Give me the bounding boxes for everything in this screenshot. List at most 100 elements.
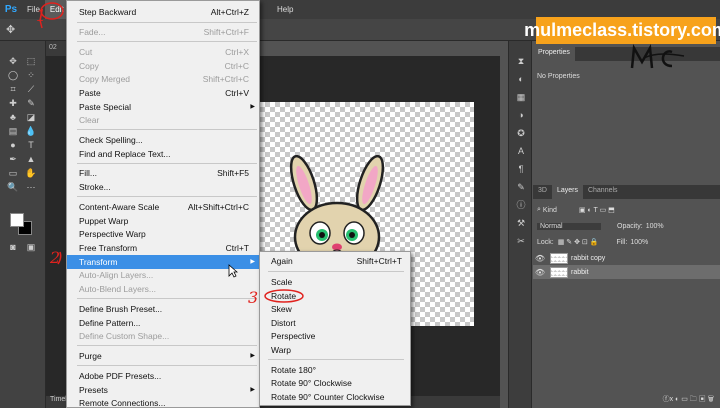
blur-icon[interactable]: 💧 [24,125,38,137]
layer-row-rabbit-copy[interactable]: 👁 rabbit copy [533,251,720,265]
tab-layers[interactable]: Layers [551,185,583,199]
tab-3d[interactable]: 3D [533,185,552,199]
menu-help[interactable]: Help [272,0,298,19]
menu-item-perspective-warp[interactable]: Perspective Warp [67,227,259,241]
mouse-cursor-icon [228,264,238,278]
menu-item-define-custom-shape[interactable]: Define Custom Shape... [67,329,259,343]
path-select-icon[interactable]: ▲ [24,153,38,165]
menu-item-remote-connections[interactable]: Remote Connections... [67,396,259,408]
filter-kind[interactable]: Kind [543,207,557,214]
character-icon[interactable]: A [515,145,527,157]
layer-thumbnail [550,266,568,278]
panel-icon-strip: ⧗ ◐ ▦ ◑ ✪ A ¶ ✎ ⓘ ⚒ ✂ [508,41,532,408]
quick-select-icon[interactable]: ⁘ [24,69,38,81]
dodge-icon[interactable]: ● [6,139,20,151]
menu-item-purge[interactable]: Purge ▶ [67,349,259,363]
menu-item-check-spelling[interactable]: Check Spelling... [67,133,259,147]
menu-item-free-transform[interactable]: Free Transform Ctrl+T [67,241,259,255]
filter-icons[interactable]: ▣ ◐ T ▭ ⬒ [579,206,615,214]
eyedropper-icon[interactable]: ⟋ [24,83,38,95]
submenu-item-rotate-180[interactable]: Rotate 180° [260,363,410,377]
menu-item-puppet-warp[interactable]: Puppet Warp [67,214,259,228]
adjustments-icon[interactable]: ◑ [515,109,527,121]
styles-icon[interactable]: ✪ [515,127,527,139]
menu-item-auto-blend[interactable]: Auto-Blend Layers... [67,282,259,296]
menu-item-label: Copy [79,61,99,71]
eye-icon[interactable]: 👁 [533,268,547,277]
swatches-icon[interactable]: ▦ [515,91,527,103]
move-icon[interactable]: ✥ [6,55,20,67]
stamp-icon[interactable]: ♣ [6,111,20,123]
tab-properties[interactable]: Properties [533,47,575,61]
screen-mode-icon[interactable]: ▣ [24,241,38,253]
right-panels: Properties No Properties 3D Layers Chann… [533,41,720,408]
pen-icon[interactable]: ✒ [6,153,20,165]
menu-item-define-brush[interactable]: Define Brush Preset... [67,302,259,316]
menu-item-presets[interactable]: Presets ▶ [67,383,259,397]
menu-separator [77,196,257,197]
marquee-icon[interactable]: ⬚ [24,55,38,67]
brush-panel-icon[interactable]: ✎ [515,181,527,193]
menu-item-find-replace[interactable]: Find and Replace Text... [67,147,259,161]
menu-separator [77,365,257,366]
zoom-icon[interactable]: 🔍 [6,181,20,193]
edit-menu-dropdown: Step Backward Alt+Ctrl+Z Fade... Shift+C… [66,0,260,408]
submenu-item-scale[interactable]: Scale [260,275,410,289]
menu-item-label: Perspective Warp [79,229,146,239]
menu-item-cut[interactable]: Cut Ctrl+X [67,45,259,59]
healing-icon[interactable]: ✚ [6,97,20,109]
crop-icon[interactable]: ⌗ [6,83,20,95]
menu-separator [77,345,257,346]
menu-item-fade[interactable]: Fade... Shift+Ctrl+F [67,25,259,39]
fill-value[interactable]: 100% [630,239,648,246]
menu-item-paste-special[interactable]: Paste Special ▶ [67,100,259,114]
submenu-item-rotate-90-cw[interactable]: Rotate 90° Clockwise [260,376,410,390]
lasso-icon[interactable]: ◯ [6,69,20,81]
submenu-item-perspective[interactable]: Perspective [260,329,410,343]
more-tools-icon[interactable]: ⋯ [24,181,38,193]
eraser-icon[interactable]: ◪ [24,111,38,123]
submenu-item-distort[interactable]: Distort [260,316,410,330]
history-icon[interactable]: ⧗ [515,55,527,67]
color-icon[interactable]: ◐ [515,73,527,85]
document-tab[interactable]: 02 [46,41,66,56]
menu-item-label: Puppet Warp [79,216,129,226]
menu-item-clear[interactable]: Clear [67,113,259,127]
tool-presets-icon[interactable]: ⚒ [515,217,527,229]
menu-item-fill[interactable]: Fill... Shift+F5 [67,166,259,180]
menu-item-copy[interactable]: Copy Ctrl+C [67,59,259,73]
submenu-item-rotate-90-ccw[interactable]: Rotate 90° Counter Clockwise [260,390,410,404]
menu-item-paste[interactable]: Paste Ctrl+V [67,86,259,100]
submenu-item-rotate[interactable]: Rotate [260,289,410,303]
menu-item-step-backward[interactable]: Step Backward Alt+Ctrl+Z [67,5,259,19]
foreground-color-swatch[interactable] [10,213,24,227]
menu-item-content-aware-scale[interactable]: Content-Aware Scale Alt+Shift+Ctrl+C [67,200,259,214]
paragraph-icon[interactable]: ¶ [515,163,527,175]
type-icon[interactable]: T [24,139,38,151]
menu-item-adobe-pdf-presets[interactable]: Adobe PDF Presets... [67,369,259,383]
submenu-item-again[interactable]: Again Shift+Ctrl+T [260,254,410,268]
brush-icon[interactable]: ✎ [24,97,38,109]
clone-source-icon[interactable]: ✂ [515,235,527,247]
submenu-item-warp[interactable]: Warp [260,343,410,357]
eye-icon[interactable]: 👁 [533,254,547,263]
gradient-icon[interactable]: ▤ [6,125,20,137]
menu-item-copy-merged[interactable]: Copy Merged Shift+Ctrl+C [67,72,259,86]
layers-panel: 3D Layers Channels ⌕ Kind ▣ ◐ T ▭ ⬒ Norm… [533,185,720,408]
submenu-item-shortcut: Shift+Ctrl+T [356,256,402,266]
tab-channels[interactable]: Channels [583,185,623,199]
shape-icon[interactable]: ▭ [6,167,20,179]
lock-icons[interactable]: ▦ ✎ ✥ ⊡ 🔒 [558,238,599,246]
quick-mask-icon[interactable]: ◙ [6,241,20,253]
hand-icon[interactable]: ✋ [24,167,38,179]
menu-item-stroke[interactable]: Stroke... [67,180,259,194]
menu-item-define-pattern[interactable]: Define Pattern... [67,316,259,330]
opacity-value[interactable]: 100% [646,223,664,230]
layers-footer-icons[interactable]: ⓕx ◐ ▭ 🗀 ▣ 🗑 [663,394,714,406]
submenu-item-skew[interactable]: Skew [260,302,410,316]
blend-mode-select[interactable]: Normal [537,222,601,230]
menu-item-label: Free Transform [79,243,138,253]
info-icon[interactable]: ⓘ [515,199,527,211]
layer-row-rabbit[interactable]: 👁 rabbit [533,265,720,279]
move-tool-icon[interactable]: ✥ [6,23,20,37]
